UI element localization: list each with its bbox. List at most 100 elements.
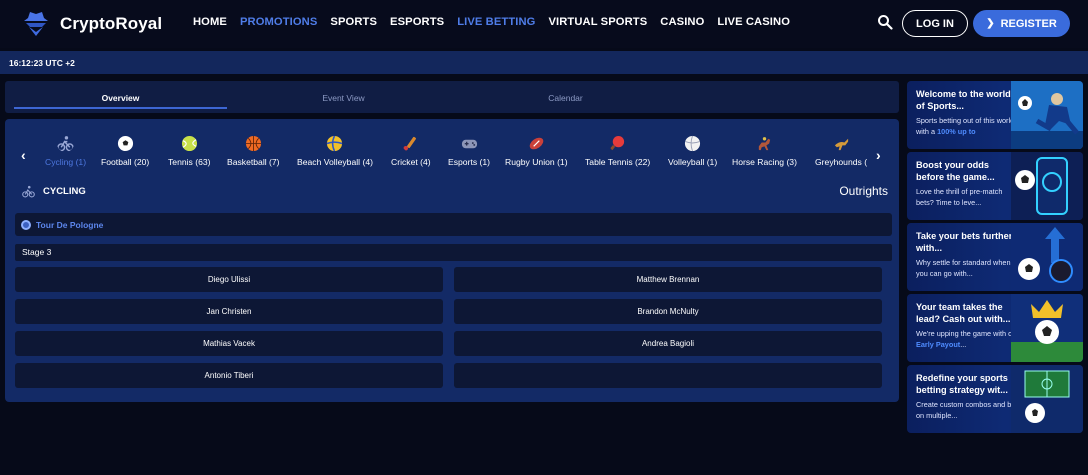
nav-promotions[interactable]: PROMOTIONS [240, 16, 317, 28]
arrow-right-icon: ❯ [986, 18, 995, 29]
login-button[interactable]: LOG IN [902, 10, 968, 37]
sport-label: Basketball (7) [227, 157, 280, 167]
cycling-icon [57, 136, 74, 152]
nav-live-betting[interactable]: LIVE BETTING [457, 16, 535, 28]
promo-body: Love the thrill of pre-match bets? Time … [916, 187, 1003, 207]
runner-button[interactable]: Andrea Bagioli [454, 331, 882, 356]
sport-label: Table Tennis (22) [585, 157, 651, 167]
greyhound-icon [834, 138, 848, 151]
promo-body: Why settle for standard when you can go … [916, 258, 1011, 278]
nav-virtual-sports[interactable]: VIRTUAL SPORTS [548, 16, 647, 28]
stage-header: Stage 3 [15, 244, 892, 261]
tab-calendar[interactable]: Calendar [459, 93, 672, 103]
crown-ball-illustration-icon [1011, 294, 1083, 362]
nav-esports[interactable]: ESPORTS [390, 16, 444, 28]
sport-esports[interactable]: Esports (1) [448, 135, 490, 167]
status-bar: 16:12:23 UTC +2 [0, 51, 1088, 74]
tennis-icon [181, 135, 197, 152]
sport-table-tennis[interactable]: Table Tennis (22) [585, 135, 650, 167]
main-nav: HOME PROMOTIONS SPORTS ESPORTS LIVE BETT… [193, 16, 803, 28]
footballer-illustration-icon [1011, 81, 1083, 149]
stage-name: Stage 3 [22, 247, 52, 257]
tab-event-view[interactable]: Event View [237, 93, 450, 103]
promo-body: We're upping the game with our Early Pay… [916, 329, 1019, 349]
basketball-icon [245, 135, 261, 152]
runner-name: Andrea Bagioli [641, 339, 695, 348]
view-tabs: Overview Event View Calendar [5, 81, 899, 113]
sport-label: Greyhounds ( [815, 157, 868, 167]
league-flag-icon [21, 219, 31, 230]
promo-body: Sports betting out of this world with a … [916, 116, 1015, 136]
sport-label: Esports (1) [448, 157, 491, 167]
cricket-icon [403, 136, 417, 151]
brand-logo[interactable]: CryptoRoyal [20, 8, 162, 40]
phone-ball-illustration-icon [1011, 152, 1083, 220]
nav-sports[interactable]: SPORTS [330, 16, 377, 28]
runner-name: Diego Ulissi [207, 275, 251, 284]
register-button[interactable]: ❯ REGISTER [973, 10, 1070, 37]
sport-beach-volleyball[interactable]: Beach Volleyball (4) [297, 135, 373, 167]
runner-button[interactable]: Brandon McNulty [454, 299, 882, 324]
brand-name: CryptoRoyal [60, 14, 163, 33]
runner-name: Antonio Tiberi [204, 371, 254, 380]
sport-rugby-union[interactable]: Rugby Union (1) [505, 135, 568, 167]
volleyball-icon [685, 135, 701, 152]
gamepad-icon [461, 139, 477, 149]
football-icon [117, 135, 133, 152]
section-header: CYCLING [22, 185, 86, 198]
promo-card[interactable]: Redefine your sports betting strategy wi… [907, 365, 1083, 433]
active-tab-indicator [14, 107, 227, 109]
sport-basketball[interactable]: Basketball (7) [227, 135, 280, 167]
promo-card[interactable]: Take your bets further with... Why settl… [907, 223, 1083, 291]
promo-card[interactable]: Boost your odds before the game... Love … [907, 152, 1083, 220]
promo-title: Take your bets further with... [916, 231, 1013, 253]
runner-button[interactable]: Matthew Brennan [454, 267, 882, 292]
top-navbar: CryptoRoyal HOME PROMOTIONS SPORTS ESPOR… [0, 0, 1088, 48]
promo-card[interactable]: Your team takes the lead? Cash out with.… [907, 294, 1083, 362]
runner-button[interactable]: Diego Ulissi [15, 267, 443, 292]
detective-logo-icon [24, 12, 48, 36]
balls-arrow-illustration-icon [1011, 223, 1083, 291]
chevron-left-icon[interactable]: ‹ [21, 147, 26, 163]
sport-label: Cricket (4) [391, 157, 431, 167]
sport-label: Horse Racing (3) [732, 157, 797, 167]
clock-time: 16:12:23 UTC +2 [9, 58, 75, 68]
sports-panel: ‹ Cycling (1) Football (20) Tennis (63) [5, 119, 899, 402]
nav-casino[interactable]: CASINO [660, 16, 704, 28]
sport-label: Volleyball (1) [668, 157, 718, 167]
sport-label: Football (20) [101, 157, 150, 167]
rugby-icon [529, 137, 544, 150]
sport-cycling[interactable]: Cycling (1) [45, 135, 86, 167]
sport-volleyball[interactable]: Volleyball (1) [668, 135, 717, 167]
runner-button[interactable]: Antonio Tiberi [15, 363, 443, 388]
sport-label: Cycling (1) [45, 157, 87, 167]
sport-horse-racing[interactable]: Horse Racing (3) [732, 135, 797, 167]
runner-button-empty [454, 363, 882, 388]
runner-name: Matthew Brennan [636, 275, 700, 284]
sport-greyhounds[interactable]: Greyhounds ( [815, 135, 867, 167]
sport-tennis[interactable]: Tennis (63) [168, 135, 211, 167]
table-tennis-icon [610, 135, 625, 151]
runner-button[interactable]: Jan Christen [15, 299, 443, 324]
beach-volleyball-icon [327, 135, 343, 152]
search-icon[interactable] [877, 14, 893, 30]
league-row[interactable]: Tour De Pologne [15, 213, 892, 236]
promo-title: Boost your odds before the game... [916, 160, 995, 182]
sports-carousel: ‹ Cycling (1) Football (20) Tennis (63) [5, 135, 899, 175]
sport-cricket[interactable]: Cricket (4) [391, 135, 431, 167]
sport-label: Beach Volleyball (4) [297, 157, 373, 167]
runner-name: Brandon McNulty [637, 307, 699, 316]
promo-title: Your team takes the lead? Cash out with.… [916, 302, 1011, 324]
outrights-link[interactable]: Outrights [839, 184, 888, 198]
runner-name: Jan Christen [206, 307, 252, 316]
section-title: CYCLING [43, 186, 86, 197]
nav-home[interactable]: HOME [193, 16, 227, 28]
promo-card[interactable]: Welcome to the world of Sports... Sports… [907, 81, 1083, 149]
chevron-right-icon[interactable]: › [876, 147, 881, 163]
runner-button[interactable]: Mathias Vacek [15, 331, 443, 356]
sport-football[interactable]: Football (20) [101, 135, 149, 167]
nav-live-casino[interactable]: LIVE CASINO [717, 16, 790, 28]
promo-body: Create custom combos and bet on multiple… [916, 400, 1018, 420]
tab-overview[interactable]: Overview [14, 93, 227, 103]
promo-title: Welcome to the world of Sports... [916, 89, 1011, 111]
